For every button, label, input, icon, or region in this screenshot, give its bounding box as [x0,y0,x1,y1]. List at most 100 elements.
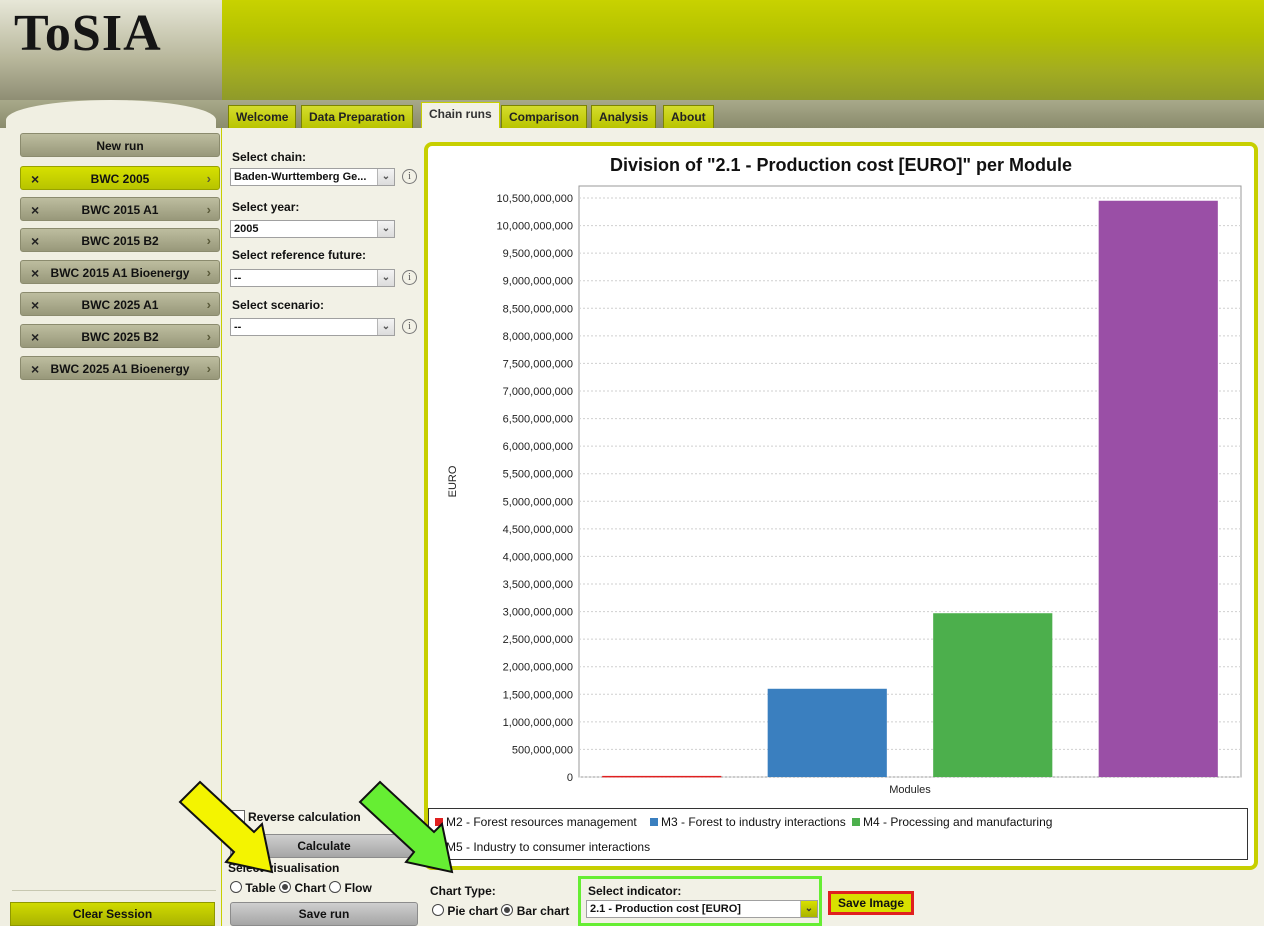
y-tick-label: 8,000,000,000 [503,331,573,343]
bar-chart-radio[interactable] [501,904,514,916]
chevron-down-icon[interactable]: ⌄ [377,169,394,185]
chevron-down-icon[interactable]: ⌄ [377,221,394,237]
select-year-value: 2005 [234,223,259,235]
save-image-button[interactable]: Save Image [828,891,914,915]
select-year-dropdown[interactable]: 2005 ⌄ [230,220,395,238]
legend-item-m3: M3 - Forest to industry interactions [650,815,846,829]
run-label: BWC 2015 A1 [81,203,159,217]
chevron-right-icon: › [206,171,211,186]
y-tick-label: 500,000,000 [512,744,573,756]
info-icon[interactable]: i [402,319,417,334]
tab-analysis[interactable]: Analysis [591,105,657,128]
remove-run-icon[interactable]: × [31,261,39,285]
tab-chain-runs[interactable]: Chain runs [421,102,500,128]
y-tick-label: 7,000,000,000 [503,386,573,398]
bar-chart-label: Bar chart [516,904,570,918]
y-tick-label: 1,000,000,000 [503,717,573,729]
tab-data-preparation[interactable]: Data Preparation [301,105,414,128]
legend-swatch [650,818,658,826]
y-tick-label: 2,500,000,000 [503,634,573,646]
select-indicator-value: 2.1 - Production cost [EURO] [590,903,741,915]
pie-chart-radio[interactable] [432,904,444,916]
run-label: BWC 2015 A1 Bioenergy [50,266,190,280]
y-tick-label: 9,000,000,000 [503,276,573,288]
run-item-bwc-2015-a1[interactable]: × BWC 2015 A1 › [20,197,220,221]
chart-type-options: Pie chart Bar chart [432,904,569,918]
green-arrow-icon [358,780,454,874]
chevron-right-icon: › [206,233,211,248]
legend-label: M4 - Processing and manufacturing [863,815,1053,829]
chevron-right-icon: › [206,361,211,376]
run-item-bwc-2005[interactable]: × BWC 2005 › [20,166,220,190]
run-item-bwc-2015-b2[interactable]: × BWC 2015 B2 › [20,228,220,252]
y-tick-label: 4,500,000,000 [503,524,573,536]
bar-2 [602,775,722,778]
save-run-button[interactable]: Save run [230,902,418,926]
remove-run-icon[interactable]: × [31,325,39,349]
remove-run-icon[interactable]: × [31,167,39,191]
bar-chart: 0 500,000,000 1,000,000,000 1,500,000,000 2,… [447,185,1242,796]
y-tick-label: 1,500,000,000 [503,689,573,701]
vis-flow-radio[interactable] [329,881,342,893]
select-chain-dropdown[interactable]: Baden-Wurttemberg Ge... ⌄ [230,168,395,186]
select-indicator-label: Select indicator: [588,884,682,898]
tab-welcome[interactable]: Welcome [228,105,297,128]
run-label: BWC 2025 A1 Bioenergy [50,362,190,376]
tab-about[interactable]: About [663,105,714,128]
pie-chart-label: Pie chart [447,904,499,918]
chevron-right-icon: › [206,297,211,312]
remove-run-icon[interactable]: × [31,293,39,317]
select-scenario-value: -- [234,321,242,333]
select-chain-label: Select chain: [232,150,307,164]
info-icon[interactable]: i [402,270,417,285]
chevron-right-icon: › [206,265,211,280]
y-tick-label: 0 [567,772,573,784]
y-tick-label: 4,000,000,000 [503,551,573,563]
chart-title: Division of "2.1 - Production cost [EURO… [609,155,1073,175]
y-tick-label: 5,500,000,000 [503,469,573,481]
legend-item-m4: M4 - Processing and manufacturing [852,815,1052,829]
run-label: BWC 2015 B2 [81,234,159,248]
select-reference-future-label: Select reference future: [232,248,367,262]
legend-label: M3 - Forest to industry interactions [661,815,846,829]
info-icon[interactable]: i [402,169,417,184]
y-tick-label: 5,000,000,000 [503,496,573,508]
visualisation-options: Table Chart Flow [230,881,372,895]
vis-chart-radio[interactable] [279,881,292,893]
y-tick-label: 10,500,000,000 [497,193,573,205]
chevron-right-icon: › [206,202,211,217]
chevron-down-icon[interactable]: ⌄ [800,901,817,917]
select-indicator-dropdown[interactable]: 2.1 - Production cost [EURO] ⌄ [586,900,818,918]
new-run-button[interactable]: New run [20,133,220,157]
remove-run-icon[interactable]: × [31,198,39,222]
legend-swatch [852,818,860,826]
vis-chart-label: Chart [294,881,326,895]
remove-run-icon[interactable]: × [31,229,39,253]
chevron-down-icon[interactable]: ⌄ [377,319,394,335]
select-year-label: Select year: [232,200,300,214]
bar-4 [933,613,1053,777]
sidebar-divider [12,890,216,891]
select-scenario-label: Select scenario: [232,298,325,312]
header-banner [222,0,1264,100]
tab-comparison[interactable]: Comparison [501,105,588,128]
chevron-down-icon[interactable]: ⌄ [377,270,394,286]
vis-table-radio[interactable] [230,881,242,893]
run-item-bwc-2025-a1-bioenergy[interactable]: × BWC 2025 A1 Bioenergy › [20,356,220,380]
remove-run-icon[interactable]: × [31,357,39,381]
clear-session-button[interactable]: Clear Session [10,902,215,926]
select-reference-future-dropdown[interactable]: -- ⌄ [230,269,395,287]
run-item-bwc-2025-a1[interactable]: × BWC 2025 A1 › [20,292,220,316]
yellow-arrow-icon [178,780,274,874]
chart-type-label: Chart Type: [430,884,496,898]
run-item-bwc-2025-b2[interactable]: × BWC 2025 B2 › [20,324,220,348]
y-tick-label: 3,000,000,000 [503,607,573,619]
bar-3 [767,688,887,777]
select-scenario-dropdown[interactable]: -- ⌄ [230,318,395,336]
select-reference-future-value: -- [234,272,242,284]
y-tick-label: 8,500,000,000 [503,303,573,315]
y-axis-ticks: 0 500,000,000 1,000,000,000 1,500,000,000 2,… [497,193,573,784]
select-chain-value: Baden-Wurttemberg Ge... [234,171,367,183]
run-item-bwc-2015-a1-bioenergy[interactable]: × BWC 2015 A1 Bioenergy › [20,260,220,284]
chevron-right-icon: › [206,329,211,344]
